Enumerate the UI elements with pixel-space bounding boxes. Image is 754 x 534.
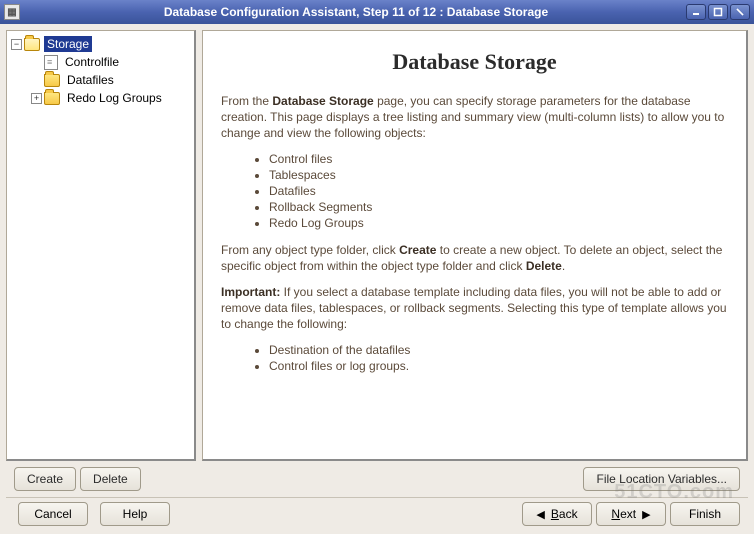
back-button[interactable]: ◀ Back: [522, 502, 592, 526]
content-list-2: Destination of the datafiles Control file…: [221, 343, 728, 373]
list-item: Control files: [269, 152, 728, 166]
content-paragraph-2: From any object type folder, click Creat…: [221, 242, 728, 274]
list-item: Datafiles: [269, 184, 728, 198]
content-paragraph-3: Important: If you select a database temp…: [221, 284, 728, 333]
close-button[interactable]: [730, 4, 750, 20]
list-item: Destination of the datafiles: [269, 343, 728, 357]
window-titlebar: ▦ Database Configuration Assistant, Step…: [0, 0, 754, 24]
tree-item-label: Redo Log Groups: [64, 90, 165, 106]
tree-item-label: Controlfile: [62, 54, 122, 70]
file-icon: [44, 55, 58, 70]
list-item: Redo Log Groups: [269, 216, 728, 230]
content-paragraph-1: From the Database Storage page, you can …: [221, 93, 728, 142]
cancel-button[interactable]: Cancel: [18, 502, 88, 526]
content-list-1: Control files Tablespaces Datafiles Rollbac…: [221, 152, 728, 230]
window-body: − Storage Controlfile Datafiles + Redo Log Gr…: [0, 24, 754, 534]
tree-item-storage[interactable]: − Storage: [9, 35, 192, 53]
list-item: Tablespaces: [269, 168, 728, 182]
footer-row: Cancel Help ◀ Back Next ▶ Finish: [6, 497, 748, 528]
folder-icon: [44, 74, 60, 87]
window-title: Database Configuration Assistant, Step 1…: [26, 5, 686, 19]
action-row: Create Delete File Location Variables...: [6, 461, 748, 495]
tree-panel: − Storage Controlfile Datafiles + Redo Log Gr…: [6, 30, 196, 461]
collapse-icon[interactable]: −: [11, 39, 22, 50]
list-item: Control files or log groups.: [269, 359, 728, 373]
app-icon: ▦: [4, 4, 20, 20]
folder-icon: [44, 92, 60, 105]
tree-item-redo-log-groups[interactable]: + Redo Log Groups: [9, 89, 192, 107]
finish-button[interactable]: Finish: [670, 502, 740, 526]
delete-button[interactable]: Delete: [80, 467, 141, 491]
tree-item-label: Datafiles: [64, 72, 117, 88]
page-heading: Database Storage: [221, 49, 728, 75]
chevron-left-icon: ◀: [536, 508, 544, 521]
content-panel: Database Storage From the Database Stora…: [202, 30, 748, 461]
create-button[interactable]: Create: [14, 467, 76, 491]
next-button[interactable]: Next ▶: [596, 502, 666, 526]
folder-icon: [24, 38, 40, 51]
file-location-variables-button[interactable]: File Location Variables...: [583, 467, 740, 491]
maximize-button[interactable]: [708, 4, 728, 20]
minimize-button[interactable]: [686, 4, 706, 20]
chevron-right-icon: ▶: [642, 508, 650, 521]
list-item: Rollback Segments: [269, 200, 728, 214]
expand-icon[interactable]: +: [31, 93, 42, 104]
help-button[interactable]: Help: [100, 502, 170, 526]
tree-item-controlfile[interactable]: Controlfile: [9, 53, 192, 71]
tree-item-label: Storage: [44, 36, 92, 52]
tree-item-datafiles[interactable]: Datafiles: [9, 71, 192, 89]
